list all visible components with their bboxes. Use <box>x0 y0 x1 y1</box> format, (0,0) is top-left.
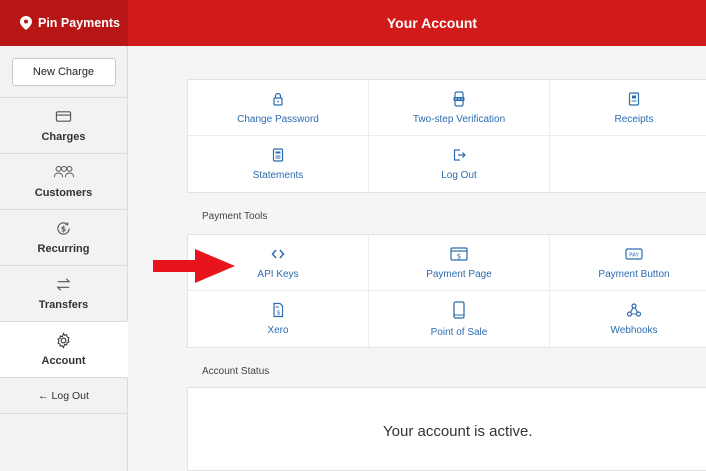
payment-page-icon: $ <box>450 246 468 261</box>
webhooks-tile[interactable]: Webhooks <box>550 291 706 347</box>
card-icon <box>55 111 72 122</box>
sidebar-item-customers[interactable]: Customers <box>0 154 127 210</box>
code-brackets-icon <box>271 249 285 258</box>
mobile-icon <box>453 301 465 319</box>
change-password-tile[interactable]: Change Password <box>188 80 369 136</box>
tile-label: Point of Sale <box>430 327 488 338</box>
sidebar-item-transfers[interactable]: Transfers <box>0 266 127 322</box>
account-tools-panel: Change Password Two-step Verification Re… <box>187 79 706 193</box>
tile-label: Log Out <box>441 170 477 181</box>
webhooks-icon <box>626 303 642 317</box>
receipts-tile[interactable]: Receipts <box>550 80 706 136</box>
sidebar: New Charge Charges Customers $ Recurring… <box>0 46 128 471</box>
page-title: Your Account <box>386 15 478 31</box>
svg-text:$: $ <box>457 252 461 260</box>
tile-label: API Keys <box>257 268 299 280</box>
account-status-heading: Account Status <box>202 366 270 377</box>
users-icon <box>53 165 74 178</box>
pin-icon <box>20 16 32 30</box>
tile-label: Receipts <box>614 113 654 125</box>
brand-name: Pin Payments <box>38 16 120 30</box>
new-charge-wrapper: New Charge <box>0 46 127 98</box>
svg-text:$: $ <box>61 224 66 233</box>
pay-button-icon: PAY <box>625 247 643 260</box>
account-status-message: Your account is active. <box>383 423 533 440</box>
payment-button-tile[interactable]: PAY Payment Button <box>550 235 706 291</box>
statements-tile[interactable]: Statements <box>188 136 369 192</box>
payment-tools-panel: API Keys $ Payment Page PAY Payment Butt… <box>187 234 706 348</box>
tile-label: Payment Button <box>598 268 670 280</box>
sidebar-item-label: Charges <box>41 131 86 143</box>
payment-page-tile[interactable]: $ Payment Page <box>369 235 550 291</box>
logout-icon <box>453 149 466 161</box>
new-charge-button[interactable]: New Charge <box>11 57 116 86</box>
tile-label: Statements <box>252 170 304 181</box>
document-dollar-icon: $ <box>273 302 284 318</box>
sidebar-item-label: Recurring <box>37 243 90 255</box>
tile-label: Xero <box>267 325 289 336</box>
tile-label: Two-step Verification <box>412 113 506 125</box>
payment-tools-heading: Payment Tools <box>202 211 268 222</box>
sidebar-logout-link[interactable]: ← Log Out <box>0 378 127 414</box>
recurring-dollar-icon: $ <box>57 222 70 235</box>
statement-icon <box>272 148 284 162</box>
svg-text:PAY: PAY <box>629 252 639 258</box>
brand-logo[interactable]: Pin Payments <box>0 0 128 46</box>
transfer-arrows-icon <box>56 278 71 291</box>
lock-icon <box>273 92 283 106</box>
svg-text:$: $ <box>277 310 281 317</box>
sidebar-item-recurring[interactable]: $ Recurring <box>0 210 127 266</box>
log-out-tile[interactable]: Log Out <box>369 136 550 192</box>
empty-tile <box>550 136 706 192</box>
sidebar-item-label: Transfers <box>38 299 89 311</box>
sidebar-item-charges[interactable]: Charges <box>0 98 127 154</box>
receipt-icon <box>628 91 640 106</box>
tile-label: Change Password <box>237 113 319 125</box>
xero-tile[interactable]: $ Xero <box>188 291 369 347</box>
phone-code-icon <box>453 90 465 107</box>
point-of-sale-tile[interactable]: Point of Sale <box>369 291 550 347</box>
gear-icon <box>57 332 70 349</box>
two-step-verification-tile[interactable]: Two-step Verification <box>369 80 550 136</box>
sidebar-item-label: Account <box>41 355 86 367</box>
sidebar-item-label: Customers <box>34 187 93 199</box>
tile-label: Webhooks <box>610 325 658 336</box>
red-arrow-icon <box>153 249 235 283</box>
tile-label: Payment Page <box>426 268 492 280</box>
sidebar-item-account[interactable]: Account <box>0 322 128 378</box>
